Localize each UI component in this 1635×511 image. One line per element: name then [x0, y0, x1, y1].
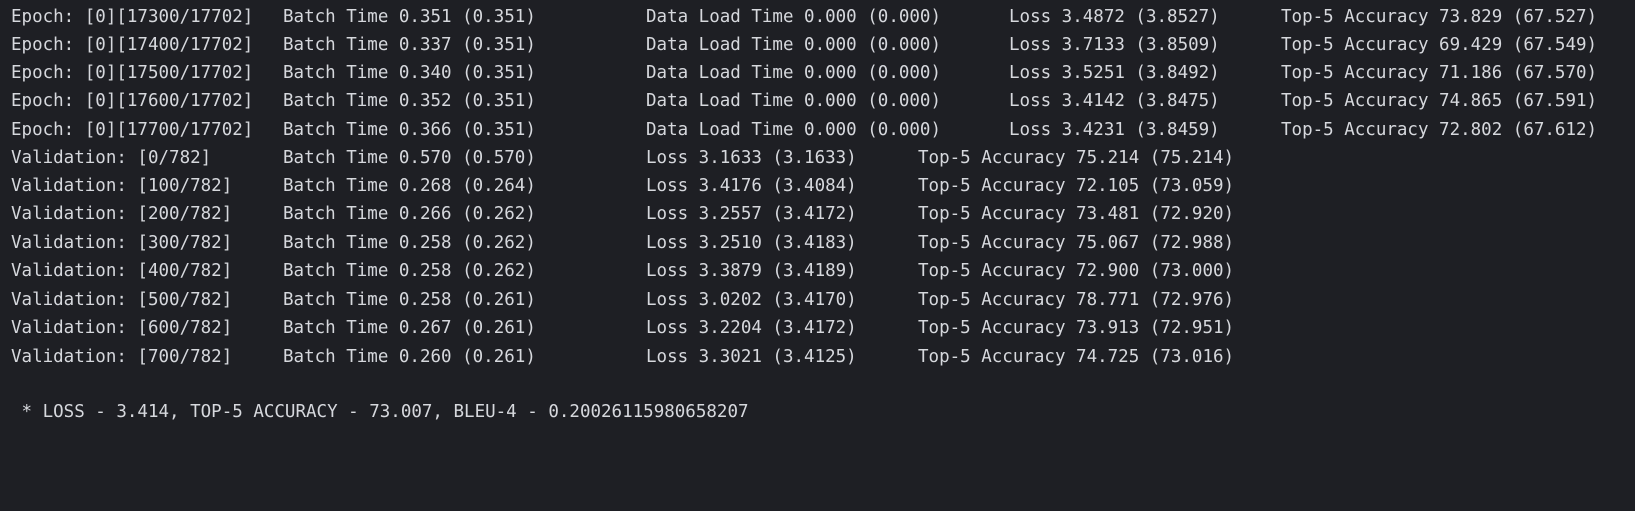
- top5-accuracy: Top-5 Accuracy 73.829 (67.527): [1281, 7, 1598, 27]
- batch-time: Batch Time 0.267 (0.261): [283, 318, 536, 338]
- data-load-time: Data Load Time 0.000 (0.000): [646, 120, 942, 140]
- loss-value: Loss 3.2510 (3.4183): [646, 233, 857, 253]
- data-load-time: Data Load Time 0.000 (0.000): [646, 35, 942, 55]
- loss-value: Loss 3.1633 (3.1633): [646, 148, 857, 168]
- batch-time: Batch Time 0.260 (0.261): [283, 347, 536, 367]
- summary-line: * LOSS - 3.414, TOP-5 ACCURACY - 73.007,…: [0, 398, 749, 426]
- epoch-progress: Epoch: [0][17300/17702]: [11, 7, 254, 27]
- batch-time: Batch Time 0.258 (0.262): [283, 261, 536, 281]
- validation-log-line: Validation: [700/782] Batch Time 0.260 (…: [0, 343, 1234, 371]
- batch-time: Batch Time 0.258 (0.261): [283, 290, 536, 310]
- top5-accuracy: Top-5 Accuracy 72.105 (73.059): [918, 176, 1235, 196]
- training-log-line: Epoch: [0][17600/17702] Batch Time 0.352…: [0, 87, 1597, 115]
- validation-progress: Validation: [700/782]: [11, 347, 233, 367]
- epoch-progress: Epoch: [0][17400/17702]: [11, 35, 254, 55]
- epoch-progress: Epoch: [0][17500/17702]: [11, 63, 254, 83]
- top5-accuracy: Top-5 Accuracy 72.900 (73.000): [918, 261, 1235, 281]
- top5-accuracy: Top-5 Accuracy 71.186 (67.570): [1281, 63, 1598, 83]
- top5-accuracy: Top-5 Accuracy 74.725 (73.016): [918, 347, 1235, 367]
- top5-accuracy: Top-5 Accuracy 73.481 (72.920): [918, 204, 1235, 224]
- loss-value: Loss 3.7133 (3.8509): [1009, 35, 1220, 55]
- validation-progress: Validation: [100/782]: [11, 176, 233, 196]
- data-load-time: Data Load Time 0.000 (0.000): [646, 7, 942, 27]
- batch-time: Batch Time 0.258 (0.262): [283, 233, 536, 253]
- validation-progress: Validation: [200/782]: [11, 204, 233, 224]
- loss-value: Loss 3.3021 (3.4125): [646, 347, 857, 367]
- loss-value: Loss 3.0202 (3.4170): [646, 290, 857, 310]
- batch-time: Batch Time 0.337 (0.351): [283, 35, 536, 55]
- training-log-line: Epoch: [0][17300/17702] Batch Time 0.351…: [0, 3, 1597, 31]
- data-load-time: Data Load Time 0.000 (0.000): [646, 91, 942, 111]
- epoch-progress: Epoch: [0][17600/17702]: [11, 91, 254, 111]
- top5-accuracy: Top-5 Accuracy 69.429 (67.549): [1281, 35, 1598, 55]
- top5-accuracy: Top-5 Accuracy 78.771 (72.976): [918, 290, 1235, 310]
- loss-value: Loss 3.3879 (3.4189): [646, 261, 857, 281]
- summary-text: * LOSS - 3.414, TOP-5 ACCURACY - 73.007,…: [11, 402, 749, 422]
- validation-log-line: Validation: [600/782] Batch Time 0.267 (…: [0, 314, 1234, 342]
- training-log-line: Epoch: [0][17400/17702] Batch Time 0.337…: [0, 31, 1597, 59]
- loss-value: Loss 3.2557 (3.4172): [646, 204, 857, 224]
- validation-log-line: Validation: [100/782] Batch Time 0.268 (…: [0, 172, 1234, 200]
- loss-value: Loss 3.5251 (3.8492): [1009, 63, 1220, 83]
- epoch-progress: Epoch: [0][17700/17702]: [11, 120, 254, 140]
- validation-progress: Validation: [400/782]: [11, 261, 233, 281]
- batch-time: Batch Time 0.340 (0.351): [283, 63, 536, 83]
- batch-time: Batch Time 0.351 (0.351): [283, 7, 536, 27]
- batch-time: Batch Time 0.366 (0.351): [283, 120, 536, 140]
- loss-value: Loss 3.4872 (3.8527): [1009, 7, 1220, 27]
- validation-progress: Validation: [300/782]: [11, 233, 233, 253]
- validation-log-line: Validation: [500/782] Batch Time 0.258 (…: [0, 286, 1234, 314]
- data-load-time: Data Load Time 0.000 (0.000): [646, 63, 942, 83]
- validation-log-line: Validation: [400/782] Batch Time 0.258 (…: [0, 257, 1234, 285]
- loss-value: Loss 3.4176 (3.4084): [646, 176, 857, 196]
- loss-value: Loss 3.4231 (3.8459): [1009, 120, 1220, 140]
- batch-time: Batch Time 0.352 (0.351): [283, 91, 536, 111]
- loss-value: Loss 3.4142 (3.8475): [1009, 91, 1220, 111]
- validation-progress: Validation: [500/782]: [11, 290, 233, 310]
- validation-log-line: Validation: [300/782] Batch Time 0.258 (…: [0, 229, 1234, 257]
- validation-log-line: Validation: [200/782] Batch Time 0.266 (…: [0, 200, 1234, 228]
- batch-time: Batch Time 0.570 (0.570): [283, 148, 536, 168]
- validation-progress: Validation: [600/782]: [11, 318, 233, 338]
- training-log-line: Epoch: [0][17700/17702] Batch Time 0.366…: [0, 116, 1597, 144]
- validation-progress: Validation: [0/782]: [11, 148, 212, 168]
- batch-time: Batch Time 0.268 (0.264): [283, 176, 536, 196]
- terminal-output[interactable]: Epoch: [0][17300/17702] Batch Time 0.351…: [0, 0, 1635, 431]
- loss-value: Loss 3.2204 (3.4172): [646, 318, 857, 338]
- top5-accuracy: Top-5 Accuracy 75.214 (75.214): [918, 148, 1235, 168]
- batch-time: Batch Time 0.266 (0.262): [283, 204, 536, 224]
- top5-accuracy: Top-5 Accuracy 72.802 (67.612): [1281, 120, 1598, 140]
- training-log-line: Epoch: [0][17500/17702] Batch Time 0.340…: [0, 59, 1597, 87]
- validation-log-line: Validation: [0/782] Batch Time 0.570 (0.…: [0, 144, 1234, 172]
- top5-accuracy: Top-5 Accuracy 74.865 (67.591): [1281, 91, 1598, 111]
- top5-accuracy: Top-5 Accuracy 75.067 (72.988): [918, 233, 1235, 253]
- top5-accuracy: Top-5 Accuracy 73.913 (72.951): [918, 318, 1235, 338]
